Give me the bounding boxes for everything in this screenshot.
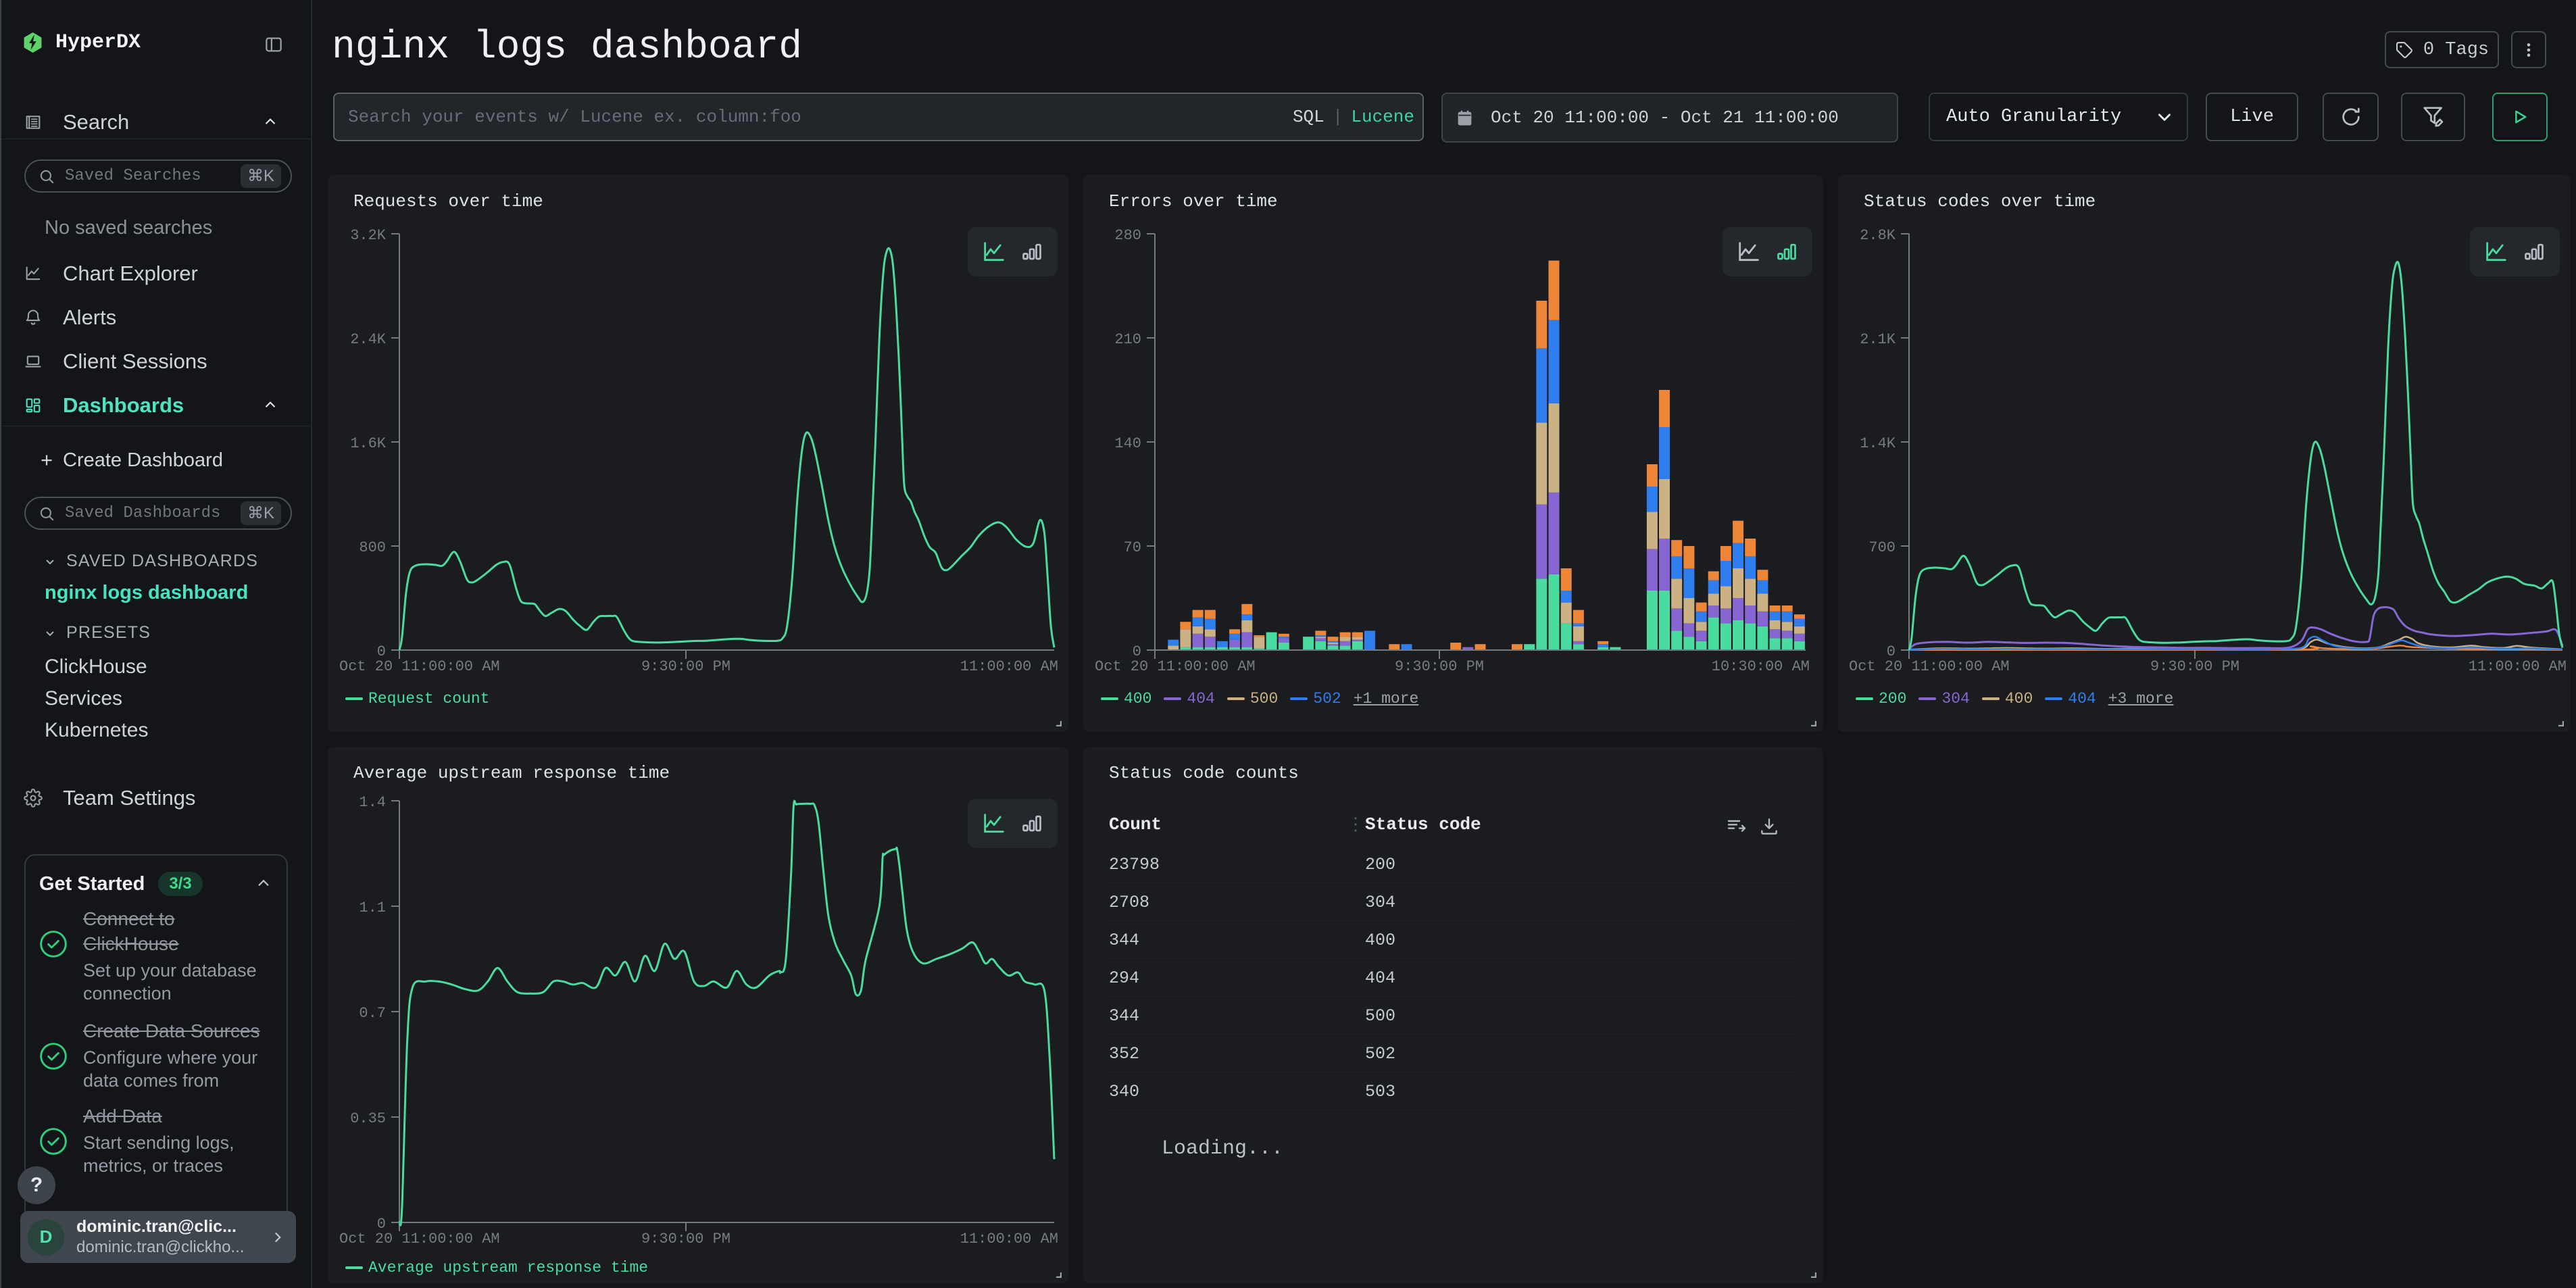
- svg-text:10:30:00 AM: 10:30:00 AM: [1712, 658, 1810, 675]
- svg-text:Oct 20 11:00:00 AM: Oct 20 11:00:00 AM: [1095, 658, 1256, 675]
- svg-text:9:30:00 PM: 9:30:00 PM: [641, 1231, 730, 1247]
- svg-text:2.8K: 2.8K: [1860, 227, 1896, 244]
- svg-text:9:30:00 PM: 9:30:00 PM: [641, 658, 730, 675]
- svg-text:2.1K: 2.1K: [1860, 331, 1896, 348]
- svg-text:11:00:00 AM: 11:00:00 AM: [2469, 658, 2567, 675]
- svg-text:3.2K: 3.2K: [350, 227, 387, 244]
- svg-text:Oct 20 11:00:00 AM: Oct 20 11:00:00 AM: [1849, 658, 2010, 675]
- svg-text:9:30:00 PM: 9:30:00 PM: [1395, 658, 1484, 675]
- svg-text:1.6K: 1.6K: [350, 435, 387, 452]
- svg-text:140: 140: [1114, 435, 1141, 452]
- svg-text:1.4K: 1.4K: [1860, 435, 1896, 452]
- svg-text:9:30:00 PM: 9:30:00 PM: [2150, 658, 2239, 675]
- svg-text:0.35: 0.35: [350, 1110, 386, 1127]
- svg-text:1.4: 1.4: [359, 794, 386, 811]
- svg-text:280: 280: [1114, 227, 1141, 244]
- svg-text:11:00:00 AM: 11:00:00 AM: [960, 658, 1058, 675]
- svg-text:2.4K: 2.4K: [350, 331, 387, 348]
- svg-text:11:00:00 AM: 11:00:00 AM: [960, 1231, 1058, 1247]
- svg-text:0.7: 0.7: [359, 1005, 386, 1022]
- svg-text:70: 70: [1124, 539, 1141, 556]
- svg-text:Oct 20 11:00:00 AM: Oct 20 11:00:00 AM: [339, 658, 500, 675]
- svg-text:1.1: 1.1: [359, 899, 386, 916]
- svg-text:700: 700: [1868, 539, 1896, 556]
- svg-text:Oct 20 11:00:00 AM: Oct 20 11:00:00 AM: [339, 1231, 500, 1247]
- svg-text:800: 800: [359, 539, 386, 556]
- svg-text:210: 210: [1114, 331, 1141, 348]
